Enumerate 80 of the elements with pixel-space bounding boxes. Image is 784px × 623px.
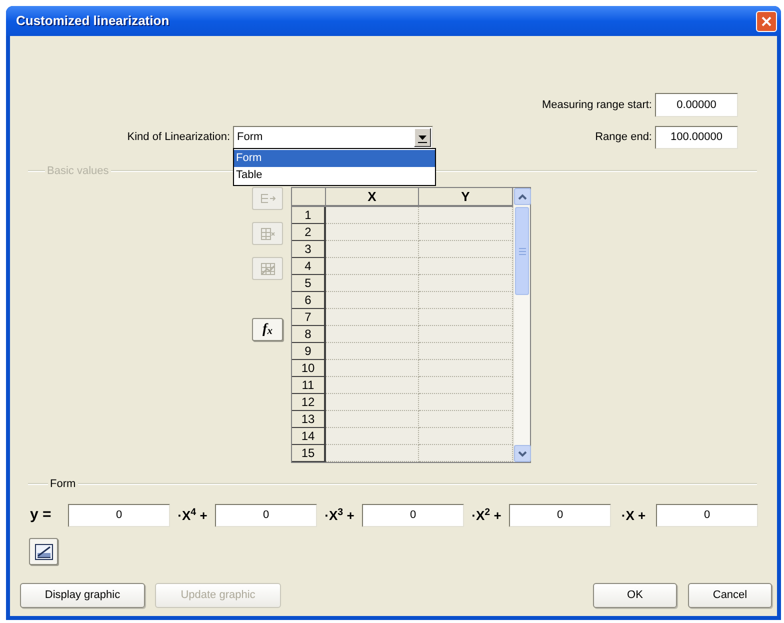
- coefficient-field[interactable]: 0: [656, 504, 758, 527]
- table-cell[interactable]: [419, 309, 513, 326]
- graph-button[interactable]: [29, 538, 58, 565]
- table-cell[interactable]: [326, 207, 419, 224]
- row-number: 6: [292, 292, 326, 309]
- table-cell[interactable]: [326, 224, 419, 241]
- dialog-button[interactable]: Display graphic: [20, 583, 145, 608]
- table-cell[interactable]: [326, 343, 419, 360]
- row-number: 1: [292, 207, 326, 224]
- scrollbar-thumb[interactable]: [515, 207, 529, 295]
- row-number: 4: [292, 258, 326, 275]
- table-cell[interactable]: [419, 411, 513, 428]
- chevron-down-icon: [518, 450, 527, 456]
- kind-of-linearization-dropdown[interactable]: Form: [233, 126, 433, 148]
- row-number: 9: [292, 343, 326, 360]
- table-cell[interactable]: [419, 360, 513, 377]
- power-term-label: ·X$^{3}$ +: [324, 508, 354, 524]
- grid-cross-icon: [260, 226, 276, 240]
- dialog-button[interactable]: Cancel: [688, 583, 772, 608]
- table-cell[interactable]: [326, 258, 419, 275]
- row-number: 5: [292, 275, 326, 292]
- table-cell[interactable]: [419, 428, 513, 445]
- table-cell[interactable]: [326, 241, 419, 258]
- dialog-button[interactable]: OK: [593, 583, 677, 608]
- table-cell[interactable]: [326, 326, 419, 343]
- table-cell[interactable]: [326, 411, 419, 428]
- scroll-down-button[interactable]: [514, 445, 531, 462]
- coefficient-field[interactable]: 0: [68, 504, 170, 527]
- power-term-label: ·X$^{4}$ +: [178, 508, 208, 524]
- table-cell[interactable]: [326, 394, 419, 411]
- coefficient-field[interactable]: 0: [362, 504, 464, 527]
- chevron-up-icon: [518, 194, 527, 200]
- equation-lhs: y =: [30, 505, 52, 526]
- table-cell[interactable]: [419, 224, 513, 241]
- row-number: 3: [292, 241, 326, 258]
- table-cell[interactable]: [326, 292, 419, 309]
- row-number: 14: [292, 428, 326, 445]
- table-cell[interactable]: [419, 241, 513, 258]
- scroll-up-button[interactable]: [514, 188, 531, 205]
- window-title: Customized linearization: [16, 12, 170, 30]
- close-icon: [761, 16, 772, 26]
- group-title: Form: [50, 478, 76, 490]
- table-cell[interactable]: [419, 377, 513, 394]
- range-end-label: Range end:: [595, 130, 652, 145]
- row-number: 13: [292, 411, 326, 428]
- measuring-range-start-label: Measuring range start:: [542, 98, 652, 113]
- graph-icon: [34, 544, 52, 560]
- table-cell[interactable]: [419, 258, 513, 275]
- table-cell[interactable]: [419, 326, 513, 343]
- row-number: 7: [292, 309, 326, 326]
- range-end-field[interactable]: 100.00000: [655, 126, 738, 148]
- row-number: 2: [292, 224, 326, 241]
- power-term-label: ·X$^{2}$ +: [472, 508, 502, 524]
- coefficient-field[interactable]: 0: [215, 504, 317, 527]
- power-term-label: ·X +: [621, 508, 646, 524]
- row-number: 10: [292, 360, 326, 377]
- table-cell[interactable]: [419, 445, 513, 462]
- table-cell[interactable]: [326, 309, 419, 326]
- table-cell[interactable]: [326, 377, 419, 394]
- table-cell[interactable]: [419, 292, 513, 309]
- rows-arrow-icon: [260, 192, 276, 206]
- measuring-range-start-field[interactable]: 0.00000: [655, 93, 738, 117]
- coefficient-field[interactable]: 0: [509, 504, 611, 527]
- table-cell[interactable]: [419, 343, 513, 360]
- chart-grid-icon: [260, 262, 276, 276]
- table-cell[interactable]: [326, 275, 419, 292]
- table-cell[interactable]: [419, 275, 513, 292]
- row-number: 12: [292, 394, 326, 411]
- row-number: 11: [292, 377, 326, 394]
- group-title: Basic values: [47, 165, 109, 177]
- row-number: 8: [292, 326, 326, 343]
- table-cell[interactable]: [419, 207, 513, 224]
- table-cell[interactable]: [419, 394, 513, 411]
- kind-of-linearization-label: Kind of Linearization:: [127, 130, 230, 145]
- close-button[interactable]: [756, 10, 777, 32]
- row-number: 15: [292, 445, 326, 462]
- table-cell[interactable]: [326, 360, 419, 377]
- table-cell[interactable]: [326, 428, 419, 445]
- dropdown-option[interactable]: Form: [234, 150, 435, 166]
- table-cell[interactable]: [326, 445, 419, 462]
